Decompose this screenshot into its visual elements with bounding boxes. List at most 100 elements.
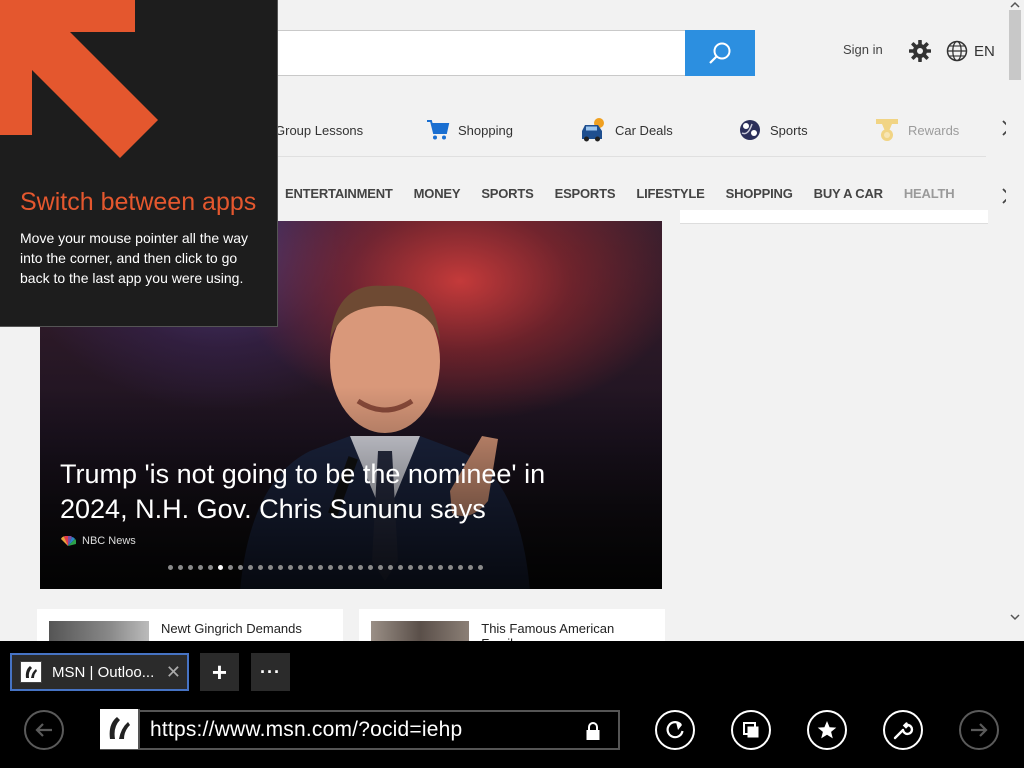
search-button[interactable] <box>685 30 755 76</box>
nbc-peacock-icon <box>61 536 76 546</box>
search-input[interactable] <box>262 30 686 76</box>
language-selector[interactable]: EN <box>946 40 995 62</box>
carousel-dot[interactable] <box>248 565 253 570</box>
quick-link-car-deals[interactable]: Car Deals <box>580 116 673 144</box>
side-card <box>680 210 988 224</box>
carousel-dot[interactable] <box>188 565 193 570</box>
category-entertainment[interactable]: ENTERTAINMENT <box>285 186 393 201</box>
news-thumbnail <box>371 621 470 641</box>
carousel-dot[interactable] <box>268 565 273 570</box>
carousel-dot[interactable] <box>258 565 263 570</box>
carousel-dot[interactable] <box>398 565 403 570</box>
quick-link-shopping[interactable]: Shopping <box>426 116 513 144</box>
msn-favicon-icon <box>20 661 42 683</box>
sign-in-link[interactable]: Sign in <box>843 42 883 57</box>
news-title: This Famous American Family <box>481 621 615 641</box>
refresh-icon <box>666 721 684 739</box>
rewards-medal-icon <box>876 119 898 141</box>
star-icon <box>817 721 837 739</box>
carousel-dot[interactable] <box>238 565 243 570</box>
forward-button[interactable] <box>959 710 999 750</box>
refresh-button[interactable] <box>655 710 695 750</box>
sports-ball-icon <box>740 120 760 140</box>
address-bar[interactable]: https://www.msn.com/?ocid=iehp <box>100 709 620 750</box>
carousel-dot[interactable] <box>338 565 343 570</box>
msn-page: Sign in EN Group Lessons Shopping Car De… <box>0 0 1006 641</box>
page-scrollbar[interactable] <box>1006 0 1024 641</box>
category-nav-next-chevron-icon[interactable] <box>997 186 1006 206</box>
switch-apps-tip: Switch between apps Move your mouse poin… <box>0 0 278 327</box>
scrollbar-thumb[interactable] <box>1009 10 1021 80</box>
browser-app-bar: MSN | Outloo... ✕ + ··· https://www.msn.… <box>0 641 1024 768</box>
address-url[interactable]: https://www.msn.com/?ocid=iehp <box>150 718 462 742</box>
favorites-button[interactable] <box>807 710 847 750</box>
carousel-dot[interactable] <box>298 565 303 570</box>
scroll-up-icon[interactable] <box>1010 0 1020 10</box>
tip-body: Move your mouse pointer all the way into… <box>20 230 248 286</box>
quick-link-rewards[interactable]: Rewards <box>874 116 959 144</box>
news-card[interactable]: Newt Gingrich Demands <box>37 609 343 641</box>
quick-link-group-lessons[interactable]: Group Lessons <box>275 116 363 144</box>
carousel-dot[interactable] <box>368 565 373 570</box>
carousel-dot[interactable] <box>308 565 313 570</box>
carousel-dot[interactable] <box>328 565 333 570</box>
car-deals-icon <box>582 118 604 142</box>
carousel-dot[interactable] <box>228 565 233 570</box>
carousel-dot[interactable] <box>348 565 353 570</box>
carousel-dot[interactable] <box>448 565 453 570</box>
carousel-dot[interactable] <box>288 565 293 570</box>
news-card[interactable]: This Famous American Family <box>359 609 665 641</box>
quick-link-sports[interactable]: Sports <box>738 116 808 144</box>
category-money[interactable]: MONEY <box>414 186 461 201</box>
carousel-dot[interactable] <box>458 565 463 570</box>
carousel-dot[interactable] <box>358 565 363 570</box>
carousel-dot[interactable] <box>478 565 483 570</box>
quick-links-next-chevron-icon[interactable] <box>997 118 1006 138</box>
category-sports[interactable]: SPORTS <box>481 186 533 201</box>
globe-icon <box>946 40 968 62</box>
site-favicon-icon <box>100 709 140 749</box>
tabs-button[interactable] <box>731 710 771 750</box>
forward-arrow-icon <box>971 723 988 737</box>
carousel-dot[interactable] <box>418 565 423 570</box>
carousel-dot[interactable] <box>388 565 393 570</box>
hero-title[interactable]: Trump 'is not going to be the nominee' i… <box>60 457 620 527</box>
hero-source-label: NBC News <box>82 535 136 547</box>
scroll-down-icon[interactable] <box>1010 612 1020 622</box>
divider <box>262 156 986 157</box>
browser-tab[interactable]: MSN | Outloo... ✕ <box>10 653 189 691</box>
carousel-dot[interactable] <box>178 565 183 570</box>
search-icon <box>709 42 731 64</box>
carousel-dot[interactable] <box>198 565 203 570</box>
settings-gear-icon[interactable] <box>908 39 932 63</box>
news-title: Newt Gingrich Demands <box>161 621 302 636</box>
tab-close-icon[interactable]: ✕ <box>166 662 181 683</box>
news-thumbnail <box>49 621 149 641</box>
carousel-dot[interactable] <box>468 565 473 570</box>
new-tab-button[interactable]: + <box>200 653 239 691</box>
carousel-dot[interactable] <box>428 565 433 570</box>
tip-title: Switch between apps <box>20 188 257 216</box>
quick-link-label: Car Deals <box>615 122 673 138</box>
carousel-dot[interactable] <box>378 565 383 570</box>
carousel-dot[interactable] <box>208 565 213 570</box>
carousel-dot[interactable] <box>168 565 173 570</box>
carousel-dot[interactable] <box>218 565 223 570</box>
back-button[interactable] <box>24 710 64 750</box>
carousel-dot[interactable] <box>408 565 413 570</box>
page-tools-button[interactable] <box>883 710 923 750</box>
back-arrow-icon <box>35 723 52 737</box>
category-lifestyle[interactable]: LIFESTYLE <box>636 186 704 201</box>
category-shopping[interactable]: SHOPPING <box>726 186 793 201</box>
carousel-dot[interactable] <box>438 565 443 570</box>
category-health[interactable]: HEALTH <box>904 186 955 201</box>
carousel-dot[interactable] <box>318 565 323 570</box>
category-esports[interactable]: ESPORTS <box>555 186 616 201</box>
category-buy-a-car[interactable]: BUY A CAR <box>814 186 883 201</box>
wrench-icon <box>893 722 914 740</box>
hero-source: NBC News <box>60 535 136 547</box>
tab-options-button[interactable]: ··· <box>251 653 290 691</box>
quick-link-label: Sports <box>770 122 808 138</box>
carousel-dot[interactable] <box>278 565 283 570</box>
lock-icon[interactable] <box>585 721 601 741</box>
